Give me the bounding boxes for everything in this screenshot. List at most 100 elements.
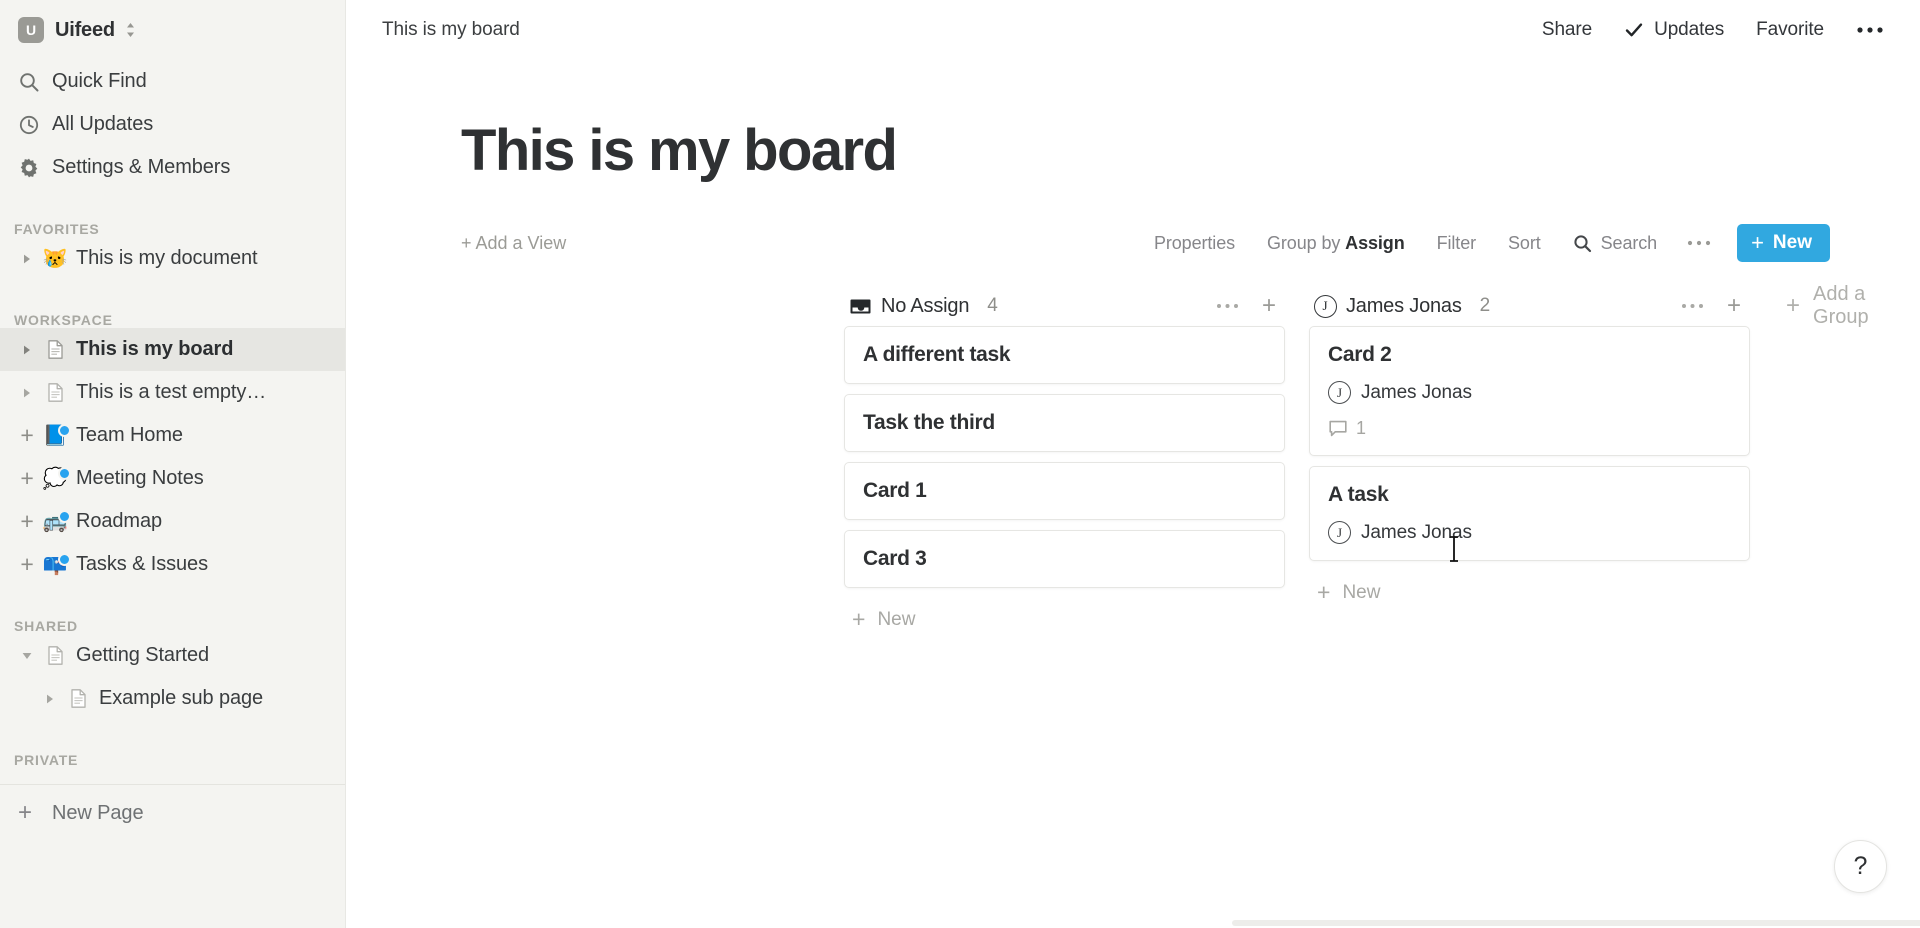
avatar: J bbox=[1328, 381, 1351, 404]
add-group-button[interactable]: + Add a Group bbox=[1786, 283, 1920, 328]
unread-badge bbox=[58, 466, 71, 480]
group-by-button[interactable]: Group by Assign bbox=[1251, 233, 1421, 254]
emoji-page-icon: 📘 bbox=[40, 423, 71, 446]
chevron-right-icon[interactable] bbox=[14, 253, 40, 265]
sidebar-item-label: Settings & Members bbox=[52, 156, 231, 178]
chevron-down-icon[interactable] bbox=[14, 650, 40, 662]
board-card[interactable]: Task the third bbox=[844, 394, 1285, 452]
plus-icon[interactable]: + bbox=[14, 553, 40, 576]
sidebar-item-roadmap[interactable]: + 🚌 Roadmap bbox=[0, 500, 345, 543]
new-page-label: New Page bbox=[52, 801, 144, 824]
column-title: No Assign bbox=[881, 294, 970, 317]
avatar-icon: J bbox=[1311, 294, 1339, 318]
sidebar-item-example-sub-page[interactable]: Example sub page bbox=[0, 677, 345, 720]
sidebar-item-quick-find[interactable]: Quick Find bbox=[0, 60, 345, 103]
sort-button[interactable]: Sort bbox=[1492, 233, 1557, 254]
new-button[interactable]: + New bbox=[1737, 224, 1830, 262]
add-new-card-button[interactable]: + New bbox=[844, 598, 1285, 631]
check-icon bbox=[1624, 20, 1644, 40]
card-title: A task bbox=[1328, 483, 1389, 506]
updates-button[interactable]: Updates bbox=[1608, 19, 1740, 41]
sidebar-item-label: Team Home bbox=[76, 424, 183, 446]
share-button[interactable]: Share bbox=[1526, 19, 1608, 41]
search-label: Search bbox=[1600, 232, 1658, 253]
sidebar-item-tasks-issues[interactable]: + 📪 Tasks & Issues bbox=[0, 543, 345, 586]
board-card[interactable]: Card 2 J James Jonas 1 bbox=[1309, 326, 1750, 456]
add-card-icon[interactable]: + bbox=[1722, 294, 1746, 318]
add-view-button[interactable]: + Add a View bbox=[461, 233, 566, 254]
unread-badge bbox=[58, 509, 71, 523]
board-column-james-jonas: J James Jonas 2 + Card 2 J James Jonas 1… bbox=[1309, 286, 1750, 604]
horizontal-scrollbar[interactable] bbox=[1232, 920, 1920, 926]
workspace-logo: U bbox=[18, 17, 44, 43]
filter-button[interactable]: Filter bbox=[1421, 233, 1492, 254]
sidebar-item-label: This is my document bbox=[76, 247, 258, 269]
ellipsis-icon[interactable] bbox=[1676, 302, 1710, 310]
board-card[interactable]: A different task bbox=[844, 326, 1285, 384]
plus-icon: + bbox=[1317, 579, 1331, 605]
main-content: This is my board + Add a View Properties… bbox=[346, 60, 1920, 928]
sidebar-item-meeting-notes[interactable]: + 💭 Meeting Notes bbox=[0, 457, 345, 500]
group-by-value: Assign bbox=[1345, 232, 1405, 253]
column-title: James Jonas bbox=[1346, 294, 1462, 317]
ellipsis-icon[interactable] bbox=[1211, 302, 1245, 310]
page-icon bbox=[63, 688, 93, 709]
properties-button[interactable]: Properties bbox=[1138, 233, 1251, 254]
add-card-icon[interactable]: + bbox=[1257, 294, 1281, 318]
board: No Assign 4 + A different task Task the … bbox=[346, 283, 1920, 631]
sidebar-item-label: Getting Started bbox=[76, 644, 210, 666]
add-new-card-button[interactable]: + New bbox=[1309, 571, 1750, 604]
gear-icon bbox=[18, 157, 48, 179]
help-button[interactable]: ? bbox=[1834, 840, 1887, 893]
unread-badge bbox=[58, 423, 71, 437]
topbar-actions: Share Updates Favorite bbox=[1526, 19, 1920, 41]
sidebar-item-this-is-a-test-empty[interactable]: This is a test empty… bbox=[0, 371, 345, 414]
workspace-switcher[interactable]: U Uifeed bbox=[0, 0, 345, 60]
new-page-button[interactable]: + New Page bbox=[0, 785, 345, 841]
group-by-prefix: Group by bbox=[1267, 232, 1341, 253]
plus-icon: + bbox=[18, 799, 32, 826]
search-icon bbox=[18, 71, 48, 93]
page-icon bbox=[40, 382, 70, 403]
sidebar-item-team-home[interactable]: + 📘 Team Home bbox=[0, 414, 345, 457]
card-title: Card 1 bbox=[863, 479, 927, 502]
card-assignee: J James Jonas bbox=[1328, 521, 1731, 544]
sidebar-item-this-is-my-board[interactable]: This is my board bbox=[0, 328, 345, 371]
plus-icon: + bbox=[1751, 230, 1764, 255]
card-title: Task the third bbox=[863, 411, 995, 434]
chevron-right-icon[interactable] bbox=[14, 344, 40, 356]
board-card[interactable]: A task J James Jonas bbox=[1309, 466, 1750, 561]
sidebar-item-getting-started[interactable]: Getting Started bbox=[0, 634, 345, 677]
sidebar-item-settings-members[interactable]: Settings & Members bbox=[0, 146, 345, 189]
unread-badge bbox=[58, 552, 71, 566]
updates-label: Updates bbox=[1654, 19, 1725, 40]
favorite-button[interactable]: Favorite bbox=[1740, 19, 1840, 41]
plus-icon[interactable]: + bbox=[14, 467, 40, 490]
plus-icon[interactable]: + bbox=[14, 510, 40, 533]
column-count: 4 bbox=[987, 295, 998, 316]
text-cursor bbox=[1447, 536, 1461, 562]
sidebar-item-this-is-my-document[interactable]: 😿 This is my document bbox=[0, 237, 345, 280]
sidebar-item-label: Meeting Notes bbox=[76, 467, 204, 489]
emoji-page-icon: 💭 bbox=[40, 466, 71, 489]
plus-icon: + bbox=[852, 606, 866, 632]
ellipsis-icon[interactable] bbox=[1673, 239, 1727, 247]
ellipsis-icon[interactable] bbox=[1840, 25, 1892, 35]
chevron-right-icon[interactable] bbox=[14, 387, 40, 399]
search-button[interactable]: Search bbox=[1557, 233, 1673, 254]
column-avatar-letter: J bbox=[1313, 294, 1337, 318]
board-card[interactable]: Card 1 bbox=[844, 462, 1285, 520]
column-header: No Assign 4 + bbox=[844, 286, 1285, 326]
sidebar-item-label: All Updates bbox=[52, 113, 154, 135]
column-actions: + bbox=[1211, 294, 1281, 318]
breadcrumb[interactable]: This is my board bbox=[382, 19, 520, 41]
new-button-label: New bbox=[1772, 232, 1812, 253]
plus-icon[interactable]: + bbox=[14, 424, 40, 447]
page-title[interactable]: This is my board bbox=[461, 117, 1920, 184]
sidebar-item-all-updates[interactable]: All Updates bbox=[0, 103, 345, 146]
column-actions: + bbox=[1676, 294, 1746, 318]
topbar: This is my board Share Updates Favorite bbox=[346, 0, 1920, 60]
board-card[interactable]: Card 3 bbox=[844, 530, 1285, 588]
chevron-updown-icon[interactable] bbox=[124, 21, 137, 39]
chevron-right-icon[interactable] bbox=[37, 693, 63, 705]
